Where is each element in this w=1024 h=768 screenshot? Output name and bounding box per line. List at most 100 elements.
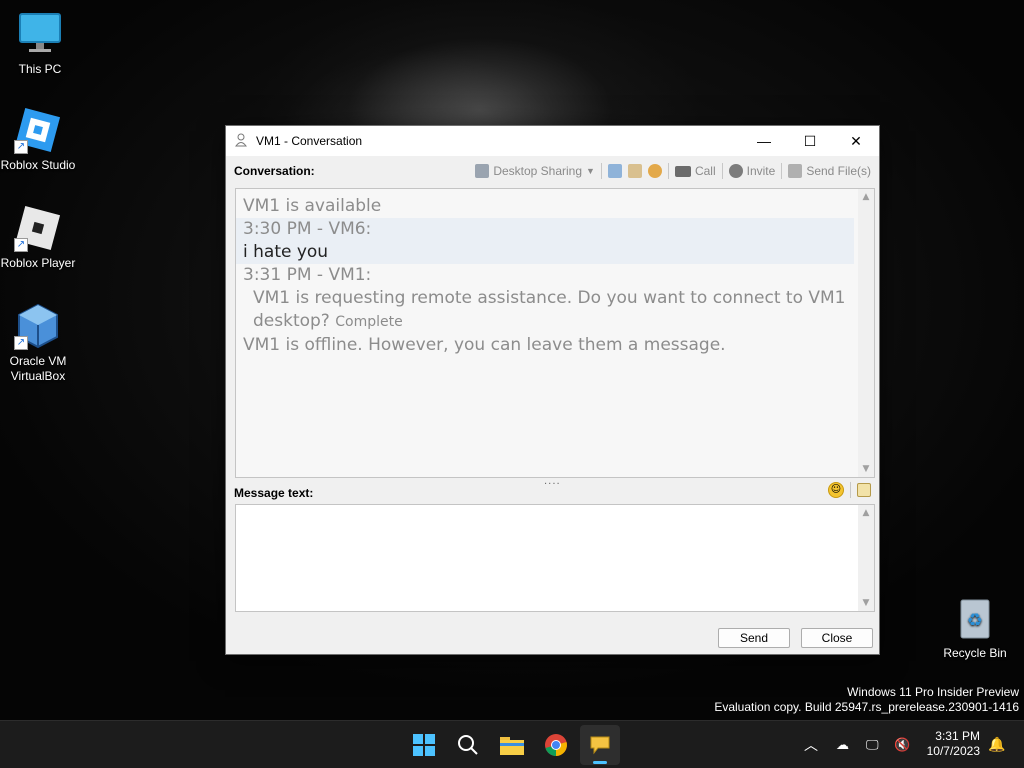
emoticon-icon[interactable]: ☺ (828, 482, 844, 498)
file-explorer-button[interactable] (492, 725, 532, 765)
scroll-down-icon[interactable]: ▼ (858, 461, 874, 477)
conversation-label: Conversation: (234, 164, 315, 178)
font-edit-icon[interactable] (857, 483, 871, 497)
desktop-icon-label: Roblox Player (0, 256, 76, 270)
search-icon (458, 735, 478, 755)
desktop-icon-roblox-player[interactable]: ↗ Roblox Player (0, 204, 78, 271)
contact-info-icon[interactable] (627, 164, 642, 178)
bell-icon: 🔔 (988, 737, 1006, 753)
windows-watermark: Windows 11 Pro Insider Preview Evaluatio… (714, 685, 1019, 715)
messenger-icon (590, 736, 610, 755)
network-icon: 🖵 (866, 737, 879, 753)
close-window-button[interactable]: ✕ (833, 126, 879, 156)
roblox-studio-icon: ↗ (14, 106, 62, 154)
status-available: VM1 is available (243, 196, 382, 216)
desktop-icon-this-pc[interactable]: This PC (0, 10, 80, 77)
invite-users-icon (728, 164, 743, 178)
toolbar-separator (781, 163, 783, 179)
request-status: Complete (335, 314, 403, 330)
window-title: VM1 - Conversation (256, 134, 363, 148)
desktop-sharing-label: Desktop Sharing (493, 164, 583, 178)
desktop-icon-label: Roblox Studio (0, 158, 76, 172)
clock-time: 3:31 PM (935, 729, 980, 743)
clock[interactable]: 3:31 PM 10/7/2023 (927, 729, 980, 759)
desktop-icon-recycle-bin[interactable]: ♻ Recycle Bin (935, 596, 1015, 660)
send-file-icon (788, 164, 803, 178)
start-icon (413, 734, 435, 756)
history-icon[interactable] (607, 164, 622, 178)
shortcut-arrow-icon: ↗ (14, 238, 28, 252)
close-button[interactable]: Close (801, 628, 873, 648)
desktop-sharing-button[interactable]: Desktop Sharing ▼ (475, 164, 595, 178)
video-camera-icon (674, 165, 691, 177)
conversation-window: VM1 - Conversation — ☐ ✕ Conversation: D… (225, 125, 880, 655)
scroll-down-icon[interactable]: ▼ (858, 595, 874, 611)
message-header: 3:30 PM - VM6: (236, 218, 854, 241)
toolbar-separator (721, 163, 723, 179)
status-offline: VM1 is offline. However, you can leave t… (243, 335, 726, 355)
conversation-toolbar: Desktop Sharing ▼ Call Invite Send File(… (475, 161, 871, 181)
message-input[interactable]: ▲ ▼ (235, 504, 875, 612)
virtualbox-icon: ↗ (14, 302, 62, 350)
call-button[interactable]: Call (674, 164, 716, 178)
send-button[interactable]: Send (718, 628, 790, 648)
network-tray[interactable]: 🖵 (866, 721, 879, 768)
desktop-icon-virtualbox[interactable]: ↗ Oracle VM VirtualBox (0, 302, 78, 384)
send-files-label: Send File(s) (806, 164, 871, 178)
desktop-icon-label: Oracle VM VirtualBox (9, 354, 67, 383)
search-button[interactable] (448, 725, 488, 765)
remote-assistance-request-cont: desktop? Complete (243, 310, 874, 334)
svg-text:♻: ♻ (967, 610, 983, 631)
file-explorer-icon (500, 737, 524, 755)
call-label: Call (694, 164, 716, 178)
watermark-edition: Windows 11 Pro Insider Preview (847, 685, 1019, 699)
desktop-sharing-icon (475, 164, 490, 178)
user-icon (226, 133, 256, 150)
title-bar[interactable]: VM1 - Conversation — ☐ ✕ (226, 126, 879, 156)
watermark-build: Evaluation copy. Build 25947.rs_prerelea… (714, 700, 1019, 714)
toolbar-separator (600, 163, 602, 179)
onedrive-tray[interactable]: ☁ (836, 721, 849, 768)
scroll-up-icon[interactable]: ▲ (858, 189, 874, 205)
start-button[interactable] (404, 725, 444, 765)
message-header: 3:31 PM - VM1: (243, 265, 372, 285)
desktop-icon-roblox-studio[interactable]: ↗ Roblox Studio (0, 106, 78, 173)
invite-label: Invite (746, 164, 776, 178)
recycle-bin-label: Recycle Bin (943, 646, 1007, 660)
remote-assistance-question: desktop? (253, 311, 330, 331)
chevron-up-icon: ︿ (804, 738, 818, 754)
clock-date: 10/7/2023 (926, 744, 980, 758)
chrome-icon (545, 734, 567, 756)
show-hidden-icons-button[interactable]: ︿ (804, 721, 818, 768)
splitter-grip[interactable]: .... (544, 476, 561, 487)
minimize-button[interactable]: — (741, 126, 787, 156)
volume-muted-icon: 🔇 (894, 737, 911, 753)
invite-button[interactable]: Invite (728, 164, 776, 178)
shortcut-arrow-icon: ↗ (14, 140, 28, 154)
messenger-button[interactable] (580, 725, 620, 765)
message-text-label: Message text: (234, 486, 314, 500)
send-files-button[interactable]: Send File(s) (788, 164, 871, 178)
message-text: i hate you (236, 241, 854, 264)
monitor-icon (16, 10, 64, 58)
shortcut-arrow-icon: ↗ (14, 336, 28, 350)
roblox-player-icon: ↗ (14, 204, 62, 252)
conversation-history[interactable]: VM1 is available 3:30 PM - VM6: i hate y… (235, 188, 875, 478)
notifications-button[interactable]: 🔔 (988, 721, 1005, 768)
message-scrollbar[interactable]: ▲ ▼ (858, 505, 874, 611)
remote-assistance-request: VM1 is requesting remote assistance. Do … (253, 288, 846, 308)
toolbar-separator (850, 482, 851, 498)
conversation-scrollbar[interactable]: ▲ ▼ (858, 189, 874, 477)
active-indicator (593, 761, 607, 764)
taskbar: ︿ ☁ 🖵 🔇 3:31 PM 10/7/2023 🔔 (0, 720, 1024, 768)
settings-gear-icon[interactable] (647, 164, 662, 178)
chevron-down-icon: ▼ (586, 166, 595, 176)
desktop-icon-label: This PC (18, 62, 62, 76)
scroll-up-icon[interactable]: ▲ (858, 505, 874, 521)
maximize-button[interactable]: ☐ (787, 126, 833, 156)
chrome-button[interactable] (536, 725, 576, 765)
message-tools: ☺ (828, 482, 871, 498)
volume-tray[interactable]: 🔇 (894, 721, 910, 768)
recycle-bin-icon: ♻ (955, 596, 995, 640)
toolbar-separator (667, 163, 669, 179)
